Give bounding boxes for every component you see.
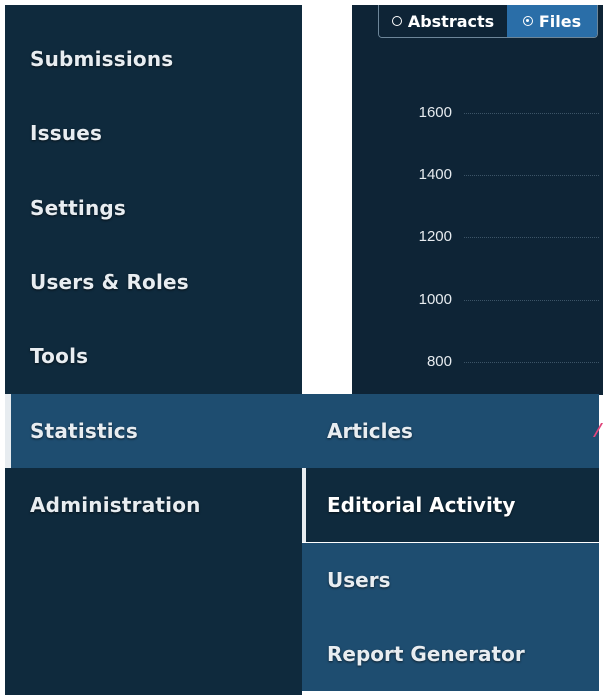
- submenu-item-label: Users: [327, 568, 391, 592]
- chart-type-toggle: Abstracts Files: [378, 5, 598, 38]
- gridline: [464, 300, 599, 301]
- gridline: [464, 175, 599, 176]
- submenu-item-articles[interactable]: Articles: [302, 394, 599, 468]
- radio-unchecked-icon: [391, 16, 402, 26]
- abstracts-radio-option[interactable]: Abstracts: [379, 5, 507, 37]
- sidebar-item-label: Settings: [30, 196, 127, 220]
- y-tick: 1200: [352, 227, 603, 247]
- submenu-item-label: Report Generator: [327, 642, 525, 666]
- sidebar-item-submissions[interactable]: Submissions: [5, 22, 302, 96]
- submenu-item-editorial-activity[interactable]: Editorial Activity: [302, 468, 599, 542]
- y-tick-label: 1400: [418, 166, 452, 183]
- sidebar-item-label: Administration: [30, 493, 201, 517]
- y-tick: 1600: [352, 103, 603, 123]
- sidebar-item-issues[interactable]: Issues: [5, 96, 302, 170]
- sidebar-item-tools[interactable]: Tools: [5, 319, 302, 393]
- files-radio-option[interactable]: Files: [507, 5, 597, 37]
- y-tick-label: 1200: [418, 228, 452, 245]
- sidebar-item-users-roles[interactable]: Users & Roles: [5, 245, 302, 319]
- content-gutter: [302, 5, 352, 395]
- sidebar-item-administration[interactable]: Administration: [5, 468, 302, 542]
- y-tick: 1000: [352, 290, 603, 310]
- y-tick: 800: [352, 352, 603, 372]
- sidebar-item-statistics[interactable]: Statistics: [5, 394, 302, 468]
- gridline: [464, 362, 599, 363]
- abstracts-label: Abstracts: [407, 11, 495, 31]
- sidebar-item-label: Submissions: [30, 47, 174, 71]
- statistics-chart-panel: Abstracts Files 1600 1400 1200 1000 800: [352, 5, 603, 395]
- sidebar-item-label: Tools: [30, 344, 89, 368]
- sidebar-item-label: Users & Roles: [30, 270, 189, 294]
- sidebar-item-settings[interactable]: Settings: [5, 171, 302, 245]
- submenu-item-label: Articles: [327, 419, 413, 443]
- statistics-submenu: Articles Editorial Activity Users Report…: [302, 394, 603, 693]
- submenu-item-label: Editorial Activity: [327, 493, 516, 517]
- y-tick-label: 1600: [418, 104, 452, 121]
- sidebar-item-label: Issues: [30, 121, 103, 145]
- y-tick-label: 1000: [418, 291, 452, 308]
- main-sidebar: Submissions Issues Settings Users & Role…: [5, 5, 302, 695]
- sidebar-item-label: Statistics: [30, 419, 138, 443]
- gridline: [464, 237, 599, 238]
- y-tick: 1400: [352, 165, 603, 185]
- submenu-item-report-generator[interactable]: Report Generator: [302, 617, 599, 691]
- y-tick-label: 800: [426, 353, 452, 370]
- submenu-item-users[interactable]: Users: [302, 543, 599, 617]
- app-frame: Submissions Issues Settings Users & Role…: [0, 0, 603, 698]
- files-label: Files: [538, 11, 582, 31]
- radio-checked-icon: [522, 16, 533, 26]
- gridline: [464, 113, 599, 114]
